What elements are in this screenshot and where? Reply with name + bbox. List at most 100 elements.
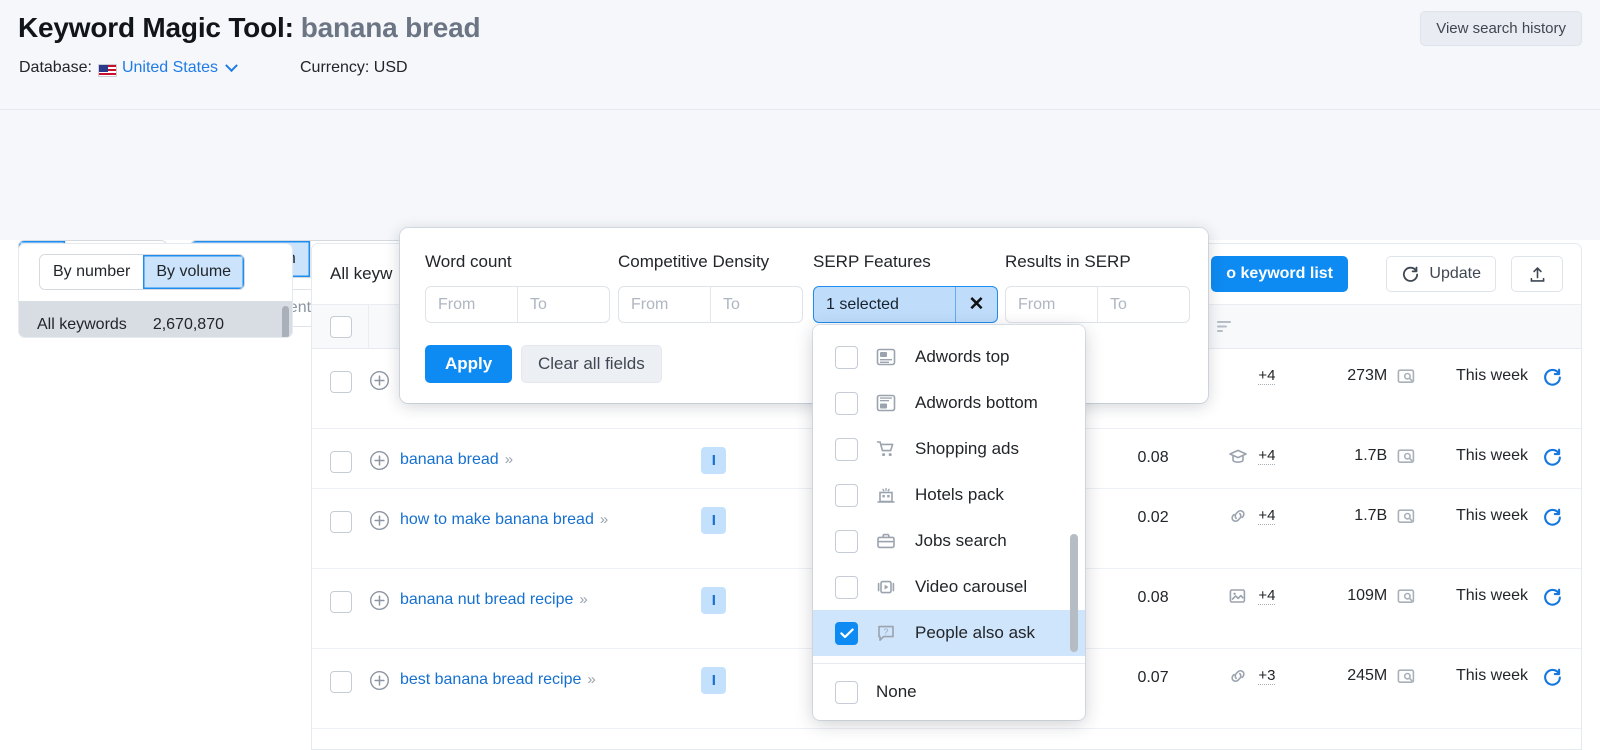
clear-serp-features-icon[interactable]: ✕ [955,287,997,322]
serp-features-more[interactable]: +4 [1258,447,1276,465]
word-count-range [425,286,610,323]
add-keyword-icon[interactable] [369,370,390,391]
checkbox[interactable] [835,621,858,645]
refresh-row-icon[interactable] [1542,367,1563,388]
row-keyword-cell: best banana bread recipe» [369,649,671,729]
competitive-density-from-input[interactable] [619,287,710,322]
serp-option-adwords-bottom[interactable]: Adwords bottom [813,380,1085,426]
keyword-link[interactable]: banana bread» [400,449,513,470]
checkbox[interactable] [835,680,858,704]
serp-features-more[interactable]: +4 [1258,507,1276,525]
row-checkbox[interactable] [330,451,352,473]
checkbox[interactable] [835,437,858,461]
keyword-link[interactable]: how to make banana bread» [400,509,608,530]
serp-features-select[interactable]: 1 selected ✕ [813,286,998,323]
competitive-density-range [618,286,803,323]
results-in-serp-to-input[interactable] [1098,287,1189,322]
serp-preview-icon[interactable] [1396,367,1416,385]
expand-chevrons-icon[interactable]: » [505,451,513,468]
competitive-density-to-input[interactable] [711,287,802,322]
serp-features-more[interactable]: +4 [1258,367,1276,385]
refresh-row-icon[interactable] [1542,587,1563,608]
refresh-row-icon[interactable] [1542,507,1563,528]
serp-option-adwords-top[interactable]: Adwords top [813,334,1085,380]
intent-badge[interactable]: I [701,447,727,474]
graduation-cap-icon [1229,449,1248,464]
intent-badge[interactable]: I [701,667,727,694]
serp-preview-icon[interactable] [1396,507,1416,525]
serp-features-more[interactable]: +4 [1258,587,1276,605]
keyword-link[interactable]: best banana bread recipe» [400,669,596,690]
serp-option-label: Adwords top [915,347,1010,366]
row-checkbox[interactable] [330,371,352,393]
serp-option-hotels-pack[interactable]: Hotels pack [813,472,1085,518]
intent-badge[interactable]: I [701,587,727,614]
add-keyword-icon[interactable] [369,670,390,691]
row-cpc-cell: 0.08 [1071,569,1168,649]
serp-preview-icon[interactable] [1396,587,1416,605]
sort-icon[interactable] [1217,320,1232,333]
word-count-label: Word count [425,252,512,271]
serp-option-none[interactable]: None [813,664,1085,720]
row-last-update-cell: This week [1434,649,1581,729]
group-sort-toggle: By number By volume [39,254,246,290]
export-button[interactable] [1511,256,1563,292]
chevron-down-icon[interactable] [225,58,238,72]
checkbox[interactable] [835,483,858,507]
expand-chevrons-icon[interactable]: » [587,671,595,688]
checkbox[interactable] [835,391,858,415]
update-button[interactable]: Update [1386,256,1496,292]
select-all-checkbox[interactable] [330,315,352,338]
row-serp-features-cell: +3 [1169,649,1294,729]
refresh-row-icon[interactable] [1542,447,1563,468]
page-title-query: banana bread [300,12,481,43]
serp-preview-icon[interactable] [1396,447,1416,465]
video-icon [876,578,902,596]
row-checkbox[interactable] [330,671,352,693]
word-count-from-input[interactable] [426,287,517,322]
serp-option-video-carousel[interactable]: Video carousel [813,564,1085,610]
apply-button[interactable]: Apply [425,345,513,383]
intent-badge[interactable]: I [701,507,727,534]
add-to-keyword-list-button[interactable]: o keyword list [1211,256,1348,292]
results-value: 273M [1347,367,1388,384]
serp-option-shopping-ads[interactable]: Shopping ads [813,426,1085,472]
add-keyword-icon[interactable] [369,450,390,471]
word-count-to-input[interactable] [518,287,609,322]
serp-preview-icon[interactable] [1396,667,1416,685]
all-keywords-group-row[interactable]: All keywords 2,670,870 [19,301,292,337]
clear-all-fields-button[interactable]: Clear all fields [521,345,662,383]
update-label: Update [1429,265,1481,282]
keyword-link[interactable]: banana nut bread recipe» [400,589,588,610]
group-sort-by-number[interactable]: By number [40,255,144,289]
row-last-update-cell: This week [1434,429,1581,489]
last-update-value: This week [1455,447,1528,464]
dropdown-scrollbar[interactable] [1070,534,1078,652]
checkbox[interactable] [835,345,858,369]
row-select-cell [312,349,369,429]
serp-features-value: 1 selected [826,295,899,313]
results-in-serp-from-input[interactable] [1006,287,1097,322]
expand-chevrons-icon[interactable]: » [600,511,608,528]
add-keyword-icon[interactable] [369,590,390,611]
expand-chevrons-icon[interactable]: » [579,591,587,608]
checkbox[interactable] [835,575,858,599]
row-checkbox[interactable] [330,511,352,533]
competitive-density-label: Competitive Density [618,252,770,271]
serp-option-jobs-search[interactable]: Jobs search [813,518,1085,564]
serp-option-people-also-ask[interactable]: ? People also ask [813,610,1085,656]
group-sort-by-volume[interactable]: By volume [143,255,245,289]
row-results-cell: 1.7B [1293,429,1434,489]
database-value[interactable]: United States [122,59,218,77]
filter-bar: AllQuestions Broad MatchPhrase MatchExac… [0,110,1600,327]
checkbox[interactable] [835,529,858,553]
serp-features-more[interactable]: +3 [1258,667,1276,685]
row-checkbox[interactable] [330,591,352,613]
row-results-cell: 109M [1293,569,1434,649]
view-search-history-button[interactable]: View search history [1420,11,1582,46]
competitive-density-filter: Competitive Density [618,252,803,323]
refresh-row-icon[interactable] [1542,667,1563,688]
left-panel-scrollbar[interactable] [282,306,289,337]
add-keyword-icon[interactable] [369,510,390,531]
row-intent-cell: I [671,569,756,649]
